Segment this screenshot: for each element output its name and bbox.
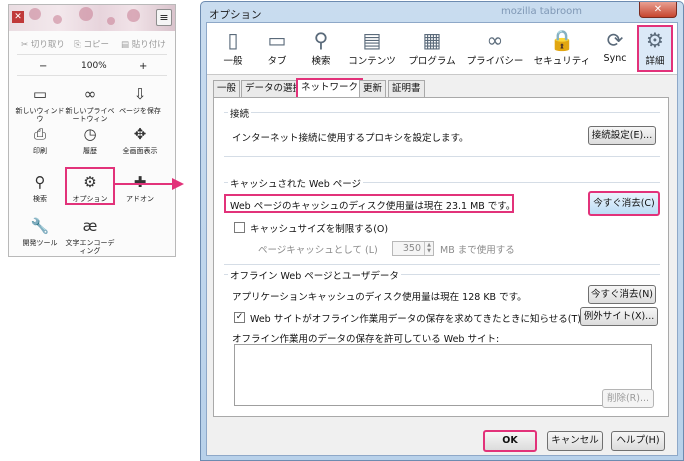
- programs-icon: ▦: [422, 28, 442, 52]
- advanced-gear-icon: ⚙: [646, 28, 664, 52]
- pane-sync-button[interactable]: ⟳ Sync: [597, 27, 633, 72]
- tab-close-icon[interactable]: ✕: [12, 11, 24, 23]
- tabs-icon: ▭: [267, 28, 287, 52]
- addons-item[interactable]: ✚ アドオン: [115, 173, 165, 203]
- limit-cache-label: キャッシュサイズを制限する(O): [250, 224, 389, 235]
- save-page-item[interactable]: ⇩ ページを保存: [115, 85, 165, 115]
- window-icon: ▭: [32, 85, 48, 103]
- dialog-button-bar: OK キャンセル ヘルプ(H): [207, 418, 677, 456]
- limit-cache-checkbox[interactable]: [234, 222, 245, 233]
- options-item[interactable]: ⚙ オプション: [65, 167, 115, 205]
- fullscreen-item[interactable]: ✥ 全画面表示: [115, 125, 165, 155]
- pane-programs-button[interactable]: ▦ プログラム: [405, 27, 459, 72]
- search-icon: ⚲: [34, 173, 46, 191]
- zoom-out-button[interactable]: −: [39, 61, 47, 72]
- help-button[interactable]: ヘルプ(H): [611, 431, 665, 451]
- subtab-certificates[interactable]: 証明書: [388, 80, 425, 97]
- cancel-button[interactable]: キャンセル: [547, 431, 603, 451]
- private-mask-icon: ∞: [83, 85, 97, 103]
- security-lock-icon: 🔒: [549, 28, 575, 52]
- hamburger-menu-button[interactable]: ≡: [156, 9, 172, 26]
- allowed-sites-label: オフライン作業用のデータの保存を許可している Web サイト:: [232, 334, 500, 345]
- ok-button[interactable]: OK: [483, 430, 537, 452]
- cut-button[interactable]: ✂ 切り取り: [21, 38, 65, 50]
- notify-offline-checkbox[interactable]: ✓: [234, 312, 245, 323]
- cache-usage-text: Web ページのキャッシュのディスク使用量は現在 23.1 MB です。: [224, 194, 515, 213]
- connection-group-title: 接続: [228, 106, 252, 120]
- pane-general-button[interactable]: ▯ 一般: [215, 27, 251, 72]
- print-item[interactable]: ⎙ 印刷: [15, 125, 65, 155]
- exception-sites-button[interactable]: 例外サイト(X)...: [580, 307, 658, 326]
- clear-cache-button[interactable]: 今すぐ消去(C): [588, 191, 660, 216]
- wrench-icon: 🔧: [30, 217, 50, 235]
- connection-description: インターネット接続に使用するプロキシを設定します。: [232, 133, 469, 144]
- gear-icon: ⚙: [83, 173, 97, 191]
- pane-security-button[interactable]: 🔒 セキュリティ: [531, 27, 593, 72]
- cache-group-title: キャッシュされた Web ページ: [228, 176, 364, 190]
- pane-privacy-button[interactable]: ∞ プライバシー: [463, 27, 527, 72]
- developer-tools-item[interactable]: 🔧 開発ツール: [15, 217, 65, 247]
- options-toolbar: ▯ 一般 ▭ タブ ⚲ 検索 ▤ コンテンツ ▦ プログラム ∞ プライバシー: [207, 23, 677, 75]
- search-icon: ⚲: [313, 28, 329, 52]
- window-body: ▯ 一般 ▭ タブ ⚲ 検索 ▤ コンテンツ ▦ プログラム ∞ プライバシー: [206, 22, 678, 456]
- pane-search-button[interactable]: ⚲ 検索: [303, 27, 339, 72]
- zoom-in-button[interactable]: +: [139, 61, 147, 72]
- network-tab-content: 接続 インターネット接続に使用するプロキシを設定します。 接続設定(E)... …: [213, 97, 669, 417]
- sync-icon: ⟳: [606, 28, 624, 52]
- subtab-network[interactable]: ネットワーク: [296, 78, 364, 98]
- encoding-icon: æ: [82, 217, 98, 235]
- window-close-button[interactable]: ✕: [639, 2, 677, 18]
- addon-puzzle-icon: ✚: [133, 173, 147, 191]
- history-item[interactable]: ◷ 履歴: [65, 125, 115, 155]
- search-item[interactable]: ⚲ 検索: [15, 173, 65, 203]
- background-window-title: mozilla tabroom: [501, 6, 583, 17]
- window-title: オプション: [209, 9, 262, 21]
- subtab-update[interactable]: 更新: [359, 80, 387, 97]
- pane-tabs-button[interactable]: ▭ タブ: [259, 27, 295, 72]
- paste-button[interactable]: ▤ 貼り付け: [121, 38, 166, 50]
- page-cache-label: ページキャッシュとして (L): [258, 245, 378, 256]
- notify-offline-label: Web サイトがオフライン作業用データの保存を求めてきたときに知らせる(T): [250, 314, 581, 325]
- options-window: オプション mozilla tabroom ✕ ▯ 一般 ▭ タブ ⚲ 検索 ▤…: [200, 1, 684, 461]
- general-icon: ▯: [227, 28, 239, 52]
- connection-settings-button[interactable]: 接続設定(E)...: [588, 126, 656, 145]
- tab-strip: ✕ ≡: [9, 5, 175, 31]
- clear-offline-button[interactable]: 今すぐ消去(N): [588, 285, 656, 304]
- save-page-icon: ⇩: [133, 85, 147, 103]
- fullscreen-icon: ✥: [133, 125, 147, 143]
- callout-arrow-head: [172, 178, 184, 190]
- offline-usage-text: アプリケーションキャッシュのディスク使用量は現在 128 KB です。: [232, 292, 527, 303]
- page-cache-size-input[interactable]: 350 ▲ ▼: [392, 241, 434, 256]
- new-window-item[interactable]: ▭ 新しいウィンドウ: [15, 85, 65, 123]
- allowed-sites-list[interactable]: [234, 344, 652, 406]
- page-cache-unit: MB まで使用する: [440, 245, 515, 256]
- firefox-menu-panel: ✕ ≡ ✂ 切り取り ⎘ コピー ▤ 貼り付け − 100% + ▭ 新しいウィ…: [8, 4, 176, 257]
- new-private-window-item[interactable]: ∞ 新しいプライベートウィン: [65, 85, 115, 123]
- character-encoding-item[interactable]: æ 文字エンコーディング: [65, 217, 115, 255]
- privacy-mask-icon: ∞: [486, 28, 504, 52]
- print-icon: ⎙: [33, 125, 46, 143]
- pane-content-button[interactable]: ▤ コンテンツ: [343, 27, 401, 72]
- content-icon: ▤: [362, 28, 382, 52]
- history-clock-icon: ◷: [83, 125, 97, 143]
- remove-site-button[interactable]: 削除(R)...: [602, 389, 654, 408]
- zoom-level[interactable]: 100%: [81, 61, 107, 71]
- spinner-arrows-icon[interactable]: ▲ ▼: [424, 242, 433, 255]
- offline-group-title: オフライン Web ページとユーザデータ: [228, 268, 401, 282]
- copy-button[interactable]: ⎘ コピー: [74, 38, 109, 50]
- pane-advanced-button[interactable]: ⚙ 詳細: [637, 25, 673, 72]
- subtab-general[interactable]: 一般: [213, 80, 241, 97]
- callout-arrow: [114, 183, 174, 185]
